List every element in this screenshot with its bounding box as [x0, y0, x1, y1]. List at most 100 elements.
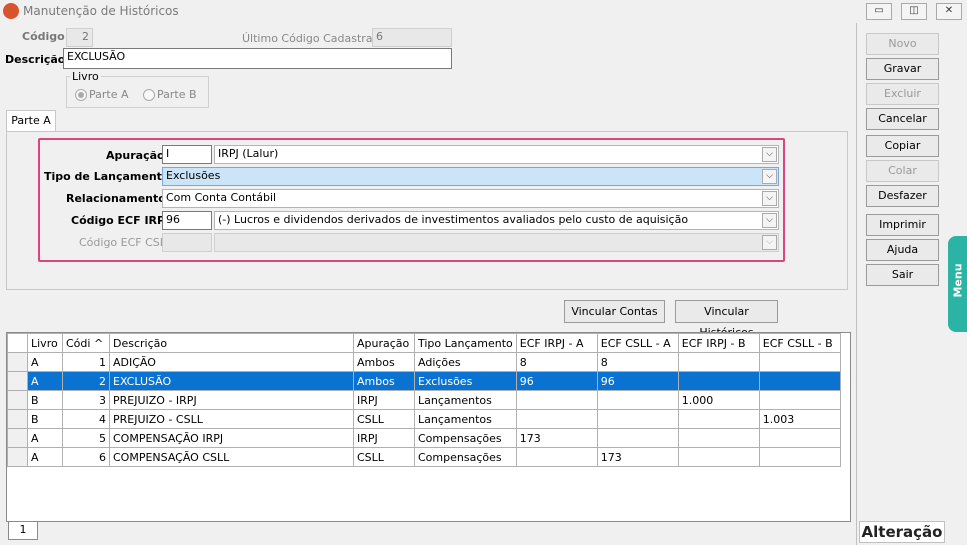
excluir-button[interactable]: Excluir: [866, 83, 939, 105]
column-header[interactable]: Descrição: [109, 333, 354, 353]
table-cell: Exclusões: [414, 371, 517, 391]
ecf-csll-code-input: [162, 233, 212, 252]
table-cell: A: [27, 352, 63, 372]
table-cell: Lançamentos: [414, 409, 517, 429]
page-tab-1[interactable]: 1: [8, 522, 38, 540]
restore-button[interactable]: ◫: [901, 3, 927, 20]
sair-button[interactable]: Sair: [866, 264, 939, 286]
chevron-down-icon[interactable]: ⌵: [762, 213, 777, 228]
table-row[interactable]: A 6 COMPENSAÇÃO CSLL CSLL Compensações 1…: [7, 447, 841, 467]
minimize-button[interactable]: ▭: [866, 3, 892, 20]
codigo-field: 2: [66, 28, 93, 47]
table-cell: A: [27, 428, 63, 448]
vincular-contas-button[interactable]: Vincular Contas: [564, 300, 665, 323]
table-cell: [758, 447, 841, 467]
livro-label: Livro: [70, 70, 101, 83]
tipo-lancamento-value: Exclusões: [166, 169, 221, 182]
historicos-table: Livro Códi ^ Descrição Apuração Tipo Lan…: [7, 333, 841, 467]
tipo-lancamento-label: Tipo de Lançamento: [44, 170, 170, 183]
descricao-input[interactable]: EXCLUSÃO: [63, 48, 452, 69]
table-cell: Ambos: [353, 352, 415, 372]
table-row[interactable]: A 5 COMPENSAÇÃO IRPJ IRPJ Compensações 1…: [7, 428, 841, 448]
row-indicator[interactable]: [7, 447, 28, 467]
window-title: Manutenção de Históricos: [23, 4, 179, 18]
table-cell: Adições: [414, 352, 517, 372]
table-cell: B: [27, 409, 63, 429]
table-cell: A: [27, 371, 63, 391]
row-indicator[interactable]: [7, 409, 28, 429]
ecf-csll-label: Código ECF CSLL: [79, 236, 173, 249]
table-cell: Lançamentos: [414, 390, 517, 410]
column-header[interactable]: Apuração: [353, 333, 415, 353]
chevron-down-icon[interactable]: ⌵: [762, 169, 777, 184]
table-cell: B: [27, 390, 63, 410]
column-header[interactable]: ECF IRPJ - A: [515, 333, 598, 353]
table-cell: [515, 447, 598, 467]
row-indicator[interactable]: [7, 428, 28, 448]
table-cell: 6: [62, 447, 110, 467]
parte-a-radio[interactable]: [75, 89, 87, 101]
table-cell: COMPENSAÇÃO IRPJ: [109, 428, 354, 448]
table-cell: 8: [596, 352, 679, 372]
colar-button[interactable]: Colar: [866, 160, 939, 182]
app-icon: [3, 3, 19, 19]
apuracao-select[interactable]: IRPJ (Lalur) ⌵: [214, 145, 779, 164]
table-cell: [758, 390, 841, 410]
gravar-button[interactable]: Gravar: [866, 58, 939, 80]
column-header[interactable]: ECF CSLL - B: [758, 333, 841, 353]
table-cell: EXCLUSÃO: [109, 371, 354, 391]
tab-parte-a[interactable]: Parte A: [6, 110, 56, 132]
row-indicator[interactable]: [7, 390, 28, 410]
table-cell: [596, 409, 679, 429]
vincular-historicos-button[interactable]: Vincular Históricos: [675, 300, 778, 339]
tipo-lancamento-select[interactable]: Exclusões ⌵: [162, 167, 779, 186]
novo-button[interactable]: Novo: [866, 33, 939, 55]
table-row-selected[interactable]: A 2 EXCLUSÃO Ambos Exclusões 96 96: [7, 371, 841, 391]
ajuda-button[interactable]: Ajuda: [866, 239, 939, 261]
close-button[interactable]: ✕: [936, 3, 962, 20]
chevron-down-icon[interactable]: ⌵: [762, 147, 777, 162]
imprimir-button[interactable]: Imprimir: [866, 214, 939, 236]
table-cell: Compensações: [414, 447, 517, 467]
table-cell: [677, 371, 760, 391]
parte-b-label: Parte B: [157, 88, 197, 101]
ecf-irpj-code-input[interactable]: 96: [162, 211, 212, 230]
table-cell: Compensações: [414, 428, 517, 448]
table-cell: COMPENSAÇÃO CSLL: [109, 447, 354, 467]
copiar-button[interactable]: Copiar: [866, 135, 939, 157]
table-row[interactable]: B 3 PREJUIZO - IRPJ IRPJ Lançamentos 1.0…: [7, 390, 841, 410]
table-cell: 96: [596, 371, 679, 391]
table-cell: [677, 428, 760, 448]
table-cell: [758, 428, 841, 448]
relacionamento-value: Com Conta Contábil: [166, 191, 277, 204]
ecf-irpj-select[interactable]: (-) Lucros e dividendos derivados de inv…: [214, 211, 779, 230]
table-cell: IRPJ: [353, 390, 415, 410]
menu-tab[interactable]: Menu: [948, 236, 967, 332]
desfazer-button[interactable]: Desfazer: [866, 185, 939, 207]
parte-a-label: Parte A: [89, 88, 129, 101]
ecf-irpj-label: Código ECF IRPJ: [71, 214, 170, 227]
table-cell: 96: [515, 371, 598, 391]
table-cell: [515, 390, 598, 410]
chevron-down-icon[interactable]: ⌵: [762, 191, 777, 206]
table-row[interactable]: A 1 ADIÇÃO Ambos Adições 8 8: [7, 352, 841, 372]
ultimo-codigo-field: 6: [372, 28, 452, 47]
ultimo-codigo-label: Último Código Cadastrado:: [242, 32, 390, 45]
cancelar-button[interactable]: Cancelar: [866, 108, 939, 130]
relacionamento-select[interactable]: Com Conta Contábil ⌵: [162, 189, 779, 208]
row-indicator[interactable]: [7, 352, 28, 372]
column-header[interactable]: Códi ^: [62, 333, 110, 353]
table-cell: PREJUIZO - IRPJ: [109, 390, 354, 410]
row-indicator[interactable]: [7, 371, 28, 391]
parte-b-radio[interactable]: [143, 89, 155, 101]
codigo-label: Código: [22, 30, 65, 43]
table-cell: 1: [62, 352, 110, 372]
table-header-row: Livro Códi ^ Descrição Apuração Tipo Lan…: [7, 333, 841, 353]
apuracao-code-input[interactable]: I: [162, 145, 212, 164]
table-row[interactable]: B 4 PREJUIZO - CSLL CSLL Lançamentos 1.0…: [7, 409, 841, 429]
column-header[interactable]: Livro: [27, 333, 63, 353]
column-header[interactable]: ECF CSLL - A: [596, 333, 679, 353]
historicos-grid[interactable]: Livro Códi ^ Descrição Apuração Tipo Lan…: [6, 332, 851, 522]
column-header[interactable]: ECF IRPJ - B: [677, 333, 760, 353]
column-header[interactable]: Tipo Lançamento: [414, 333, 517, 353]
